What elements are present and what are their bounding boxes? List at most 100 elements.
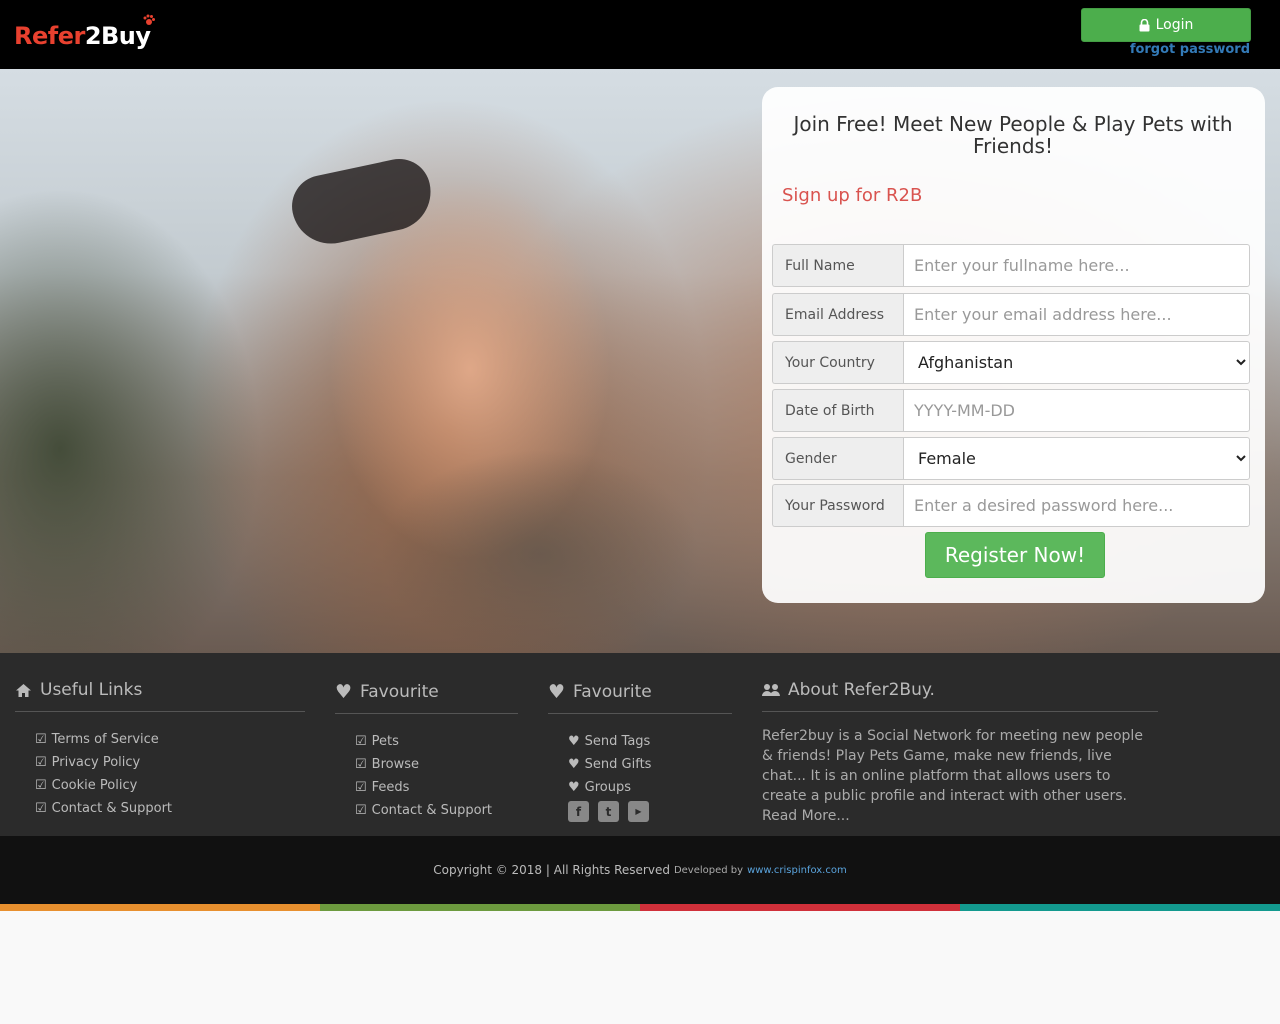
email-label: Email Address: [772, 293, 903, 336]
useful-links-title: Useful Links: [40, 680, 143, 700]
favourite-list-2: ♥ Send Tags ♥ Send Gifts ♥ Groups: [548, 730, 732, 799]
logo-text-two: 2: [84, 22, 102, 50]
favourite-heading-1: ♥ Favourite: [335, 681, 518, 714]
dob-input[interactable]: [903, 389, 1250, 432]
favourite-column-1: ♥ Favourite ☑ Pets ☑ Browse ☑ Feeds ☑ Contac…: [335, 681, 518, 822]
heart-icon: ♥: [568, 780, 580, 795]
footer-link-label: Contact & Support: [371, 803, 493, 818]
heart-icon: ♥: [568, 757, 580, 772]
site-logo[interactable]: Refer 2 Buy: [14, 14, 155, 50]
about-heading: About Refer2Buy.: [762, 679, 1158, 712]
color-stripe-red: [640, 904, 960, 911]
about-column: About Refer2Buy. Refer2buy is a Social N…: [762, 679, 1158, 826]
paw-icon: [143, 14, 155, 25]
footer-link-label: Pets: [371, 734, 399, 749]
useful-links-list: ☑ Terms of Service ☑ Privacy Policy ☑ Cooki…: [15, 728, 305, 820]
developed-by-text: Developed by: [673, 864, 744, 876]
check-square-icon: ☑: [355, 734, 367, 749]
footer-link-send-tags[interactable]: ♥ Send Tags: [568, 730, 732, 753]
favourite-list-1: ☑ Pets ☑ Browse ☑ Feeds ☑ Contact & Support: [335, 730, 518, 822]
footer-link-groups[interactable]: ♥ Groups: [568, 776, 732, 799]
lock-icon: [1139, 18, 1150, 31]
favourite-title-2: Favourite: [573, 682, 652, 702]
footer-link-label: Cookie Policy: [51, 778, 138, 793]
favourite-heading-2: ♥ Favourite: [548, 681, 732, 714]
footer-link-label: Privacy Policy: [51, 755, 141, 770]
country-label: Your Country: [772, 341, 903, 384]
register-button[interactable]: Register Now!: [925, 532, 1105, 578]
footer-link-label: Send Gifts: [584, 757, 652, 772]
useful-links-heading: Useful Links: [15, 679, 305, 712]
gender-select[interactable]: Female: [903, 437, 1250, 480]
footer-link-contact-2[interactable]: ☑ Contact & Support: [355, 799, 518, 822]
country-row: Your Country Afghanistan: [772, 341, 1250, 384]
home-icon: [16, 683, 31, 697]
footer-link-label: Browse: [371, 757, 419, 772]
dob-label: Date of Birth: [772, 389, 903, 432]
twitter-icon[interactable]: t: [598, 801, 619, 822]
signup-subtitle: Sign up for R2B: [782, 185, 923, 206]
login-button[interactable]: Login: [1081, 8, 1251, 42]
heart-icon: ♥: [548, 681, 566, 703]
dob-row: Date of Birth: [772, 389, 1250, 432]
heart-icon: ♥: [568, 734, 580, 749]
footer-link-label: Send Tags: [584, 734, 651, 749]
heart-icon: ♥: [335, 681, 353, 703]
footer-link-contact[interactable]: ☑ Contact & Support: [35, 797, 305, 820]
color-stripe-teal: [960, 904, 1280, 911]
password-input[interactable]: [903, 484, 1250, 527]
users-icon: [762, 684, 780, 696]
country-select[interactable]: Afghanistan: [903, 341, 1250, 384]
copyright-bar: Copyright © 2018 | All Rights Reserved D…: [0, 836, 1280, 904]
check-square-icon: ☑: [35, 732, 47, 747]
footer-link-label: Feeds: [371, 780, 410, 795]
color-stripe-orange: [0, 904, 320, 911]
footer-link-terms[interactable]: ☑ Terms of Service: [35, 728, 305, 751]
forgot-password-link[interactable]: forgot password: [1130, 42, 1250, 57]
hero-image-shadow: [380, 449, 700, 653]
fullname-input[interactable]: [903, 244, 1250, 287]
check-square-icon: ☑: [355, 803, 367, 818]
footer-link-cookie[interactable]: ☑ Cookie Policy: [35, 774, 305, 797]
signup-title: Join Free! Meet New People & Play Pets w…: [793, 112, 1233, 158]
facebook-icon[interactable]: f: [568, 801, 589, 822]
check-square-icon: ☑: [35, 778, 47, 793]
login-label: Login: [1155, 17, 1194, 33]
footer-link-feeds[interactable]: ☑ Feeds: [355, 776, 518, 799]
footer-link-label: Contact & Support: [51, 801, 173, 816]
footer-link-privacy[interactable]: ☑ Privacy Policy: [35, 751, 305, 774]
gender-label: Gender: [772, 437, 903, 480]
developer-link[interactable]: www.crispinfox.com: [747, 865, 847, 876]
logo-text-refer: Refer: [14, 22, 85, 50]
footer-link-label: Terms of Service: [51, 732, 159, 747]
check-square-icon: ☑: [355, 780, 367, 795]
footer-link-pets[interactable]: ☑ Pets: [355, 730, 518, 753]
about-text: Refer2buy is a Social Network for meetin…: [762, 728, 1143, 824]
favourite-column-2: ♥ Favourite ♥ Send Tags ♥ Send Gifts ♥ Grou…: [548, 681, 732, 822]
email-input[interactable]: [903, 293, 1250, 336]
check-square-icon: ☑: [35, 801, 47, 816]
copyright-text: Copyright © 2018 | All Rights Reserved: [433, 863, 670, 877]
fullname-label: Full Name: [772, 244, 903, 287]
hero-image-sunglasses: [286, 153, 438, 251]
footer-link-browse[interactable]: ☑ Browse: [355, 753, 518, 776]
email-row: Email Address: [772, 293, 1250, 336]
favourite-title-1: Favourite: [360, 682, 439, 702]
footer-link-send-gifts[interactable]: ♥ Send Gifts: [568, 753, 732, 776]
password-row: Your Password: [772, 484, 1250, 527]
social-links: f t ▶: [568, 801, 732, 822]
footer: Useful Links ☑ Terms of Service ☑ Privacy …: [0, 653, 1280, 836]
footer-link-label: Groups: [584, 780, 632, 795]
password-label: Your Password: [772, 484, 903, 527]
check-square-icon: ☑: [35, 755, 47, 770]
gender-row: Gender Female: [772, 437, 1250, 480]
about-title: About Refer2Buy.: [788, 680, 935, 700]
top-navbar: Refer 2 Buy Login forgot password: [0, 0, 1280, 69]
logo-text-buy: Buy: [101, 22, 151, 50]
color-stripe-green: [320, 904, 640, 911]
youtube-icon[interactable]: ▶: [628, 801, 649, 822]
signup-panel: Join Free! Meet New People & Play Pets w…: [762, 87, 1265, 603]
check-square-icon: ☑: [355, 757, 367, 772]
fullname-row: Full Name: [772, 244, 1250, 287]
useful-links-column: Useful Links ☑ Terms of Service ☑ Privacy …: [15, 679, 305, 820]
